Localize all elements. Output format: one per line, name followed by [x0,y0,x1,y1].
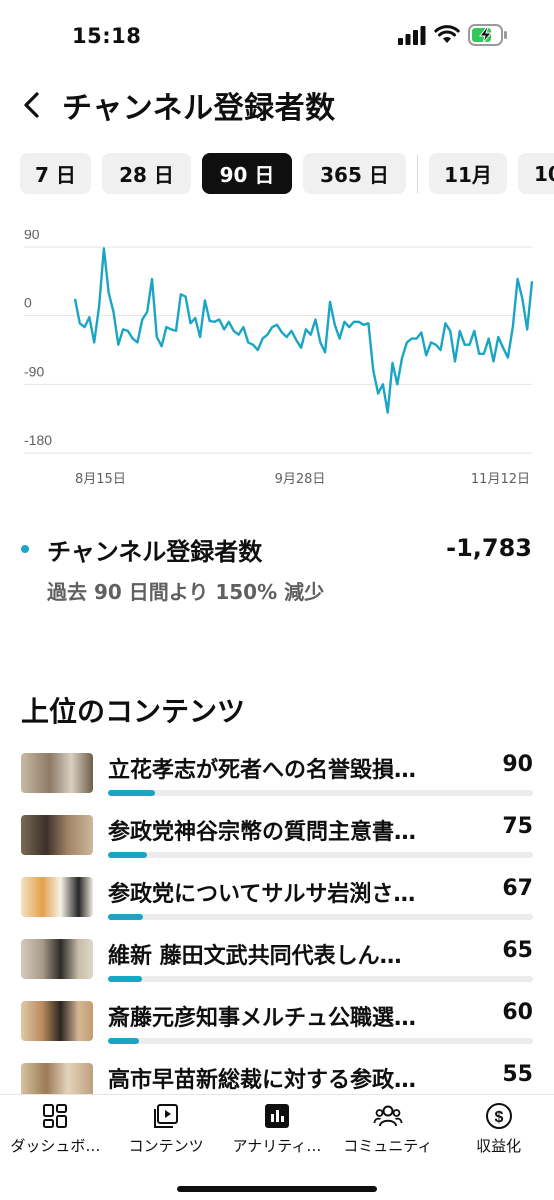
content-bar-fill [108,790,155,796]
chip-90-days[interactable]: 90 日 [202,153,292,194]
chart-svg: 90 0 -90 -180 8月15日 9月28日 11月12日 [24,226,534,487]
nav-monetization[interactable]: $ 収益化 [443,1095,554,1161]
content-item[interactable]: 斎藤元彦知事メルチュ公職選… 60 [0,998,554,1060]
monetization-icon: $ [485,1103,512,1129]
cellular-signal-icon [398,26,426,45]
nav-label: ダッシュボ… [10,1137,101,1155]
content-bar-fill [108,914,143,920]
chip-365-days[interactable]: 365 日 [303,153,406,194]
content-bar-track [108,1038,533,1044]
content-title: 維新 藤田文武共同代表しん… [108,944,402,969]
video-thumbnail [21,877,93,917]
content-views: 60 [502,1000,533,1025]
content-bar-fill [108,976,142,982]
nav-community[interactable]: コミュニティ [332,1095,443,1161]
video-thumbnail [21,1001,93,1041]
content-bar-track [108,914,533,920]
chip-divider [417,155,418,193]
nav-label: コミュニティ [343,1137,433,1155]
nav-analytics[interactable]: アナリティ… [222,1095,333,1161]
content-bar-fill [108,852,147,858]
content-title: 立花孝志が死者への名誉毀損… [108,758,417,783]
content-item[interactable]: 参政党についてサルサ岩渕さ… 67 [0,874,554,936]
series-legend-dot [21,545,29,553]
back-button[interactable] [12,85,52,125]
wifi-icon [434,25,460,43]
y-tick-label: 0 [24,295,32,311]
chip-28-days[interactable]: 28 日 [102,153,191,194]
status-bar: 15:18 [0,0,554,72]
nav-content[interactable]: コンテンツ [111,1095,222,1161]
metric-comparison: 過去 90 日間より 150% 減少 [47,580,325,604]
back-arrow-icon [24,92,39,118]
x-tick-label: 11月12日 [471,472,530,487]
content-title: 参政党についてサルサ岩渕さ… [108,882,416,907]
dashboard-icon [43,1104,68,1128]
content-bar-fill [108,1038,139,1044]
svg-text:$: $ [494,1109,503,1126]
subscriber-line-chart: 90 0 -90 -180 8月15日 9月28日 11月12日 [0,226,554,500]
content-item[interactable]: 立花孝志が死者への名誉毀損… 90 [0,750,554,812]
x-tick-label: 8月15日 [75,472,126,487]
nav-label: 収益化 [476,1137,522,1155]
content-views: 65 [502,938,533,963]
chip-november[interactable]: 11月 [429,153,507,194]
metric-label: チャンネル登録者数 [47,537,263,566]
status-time: 15:18 [72,24,142,48]
chip-october[interactable]: 10 [518,153,554,194]
series-line [73,247,534,414]
content-title: 斎藤元彦知事メルチュ公職選… [108,1006,417,1031]
y-tick-label: 90 [24,230,40,242]
content-bar-track [108,852,533,858]
nav-dashboard[interactable]: ダッシュボ… [0,1095,111,1161]
content-views: 90 [502,752,533,777]
status-icons [398,24,508,46]
content-views: 55 [502,1062,533,1087]
content-views: 75 [502,814,533,839]
top-content-list: 立花孝志が死者への名誉毀損… 90 参政党神谷宗幣の質問主意書… 75 参政党に… [0,750,554,1094]
video-thumbnail [21,753,93,793]
content-item[interactable]: 維新 藤田文武共同代表しん… 65 [0,936,554,998]
page-title: チャンネル登録者数 [62,91,336,126]
y-tick-label: -180 [24,432,52,448]
content-item[interactable]: 高市早苗新総裁に対する参政… 55 [0,1060,554,1094]
video-thumbnail [21,1063,93,1094]
nav-label: アナリティ… [232,1137,322,1155]
app-header: チャンネル登録者数 [0,78,554,132]
community-icon [373,1105,403,1127]
video-thumbnail [21,939,93,979]
video-thumbnail [21,815,93,855]
content-title: 参政党神谷宗幣の質問主意書… [108,820,417,845]
analytics-icon [264,1104,289,1128]
bottom-navigation: ダッシュボ… コンテンツ アナリティ… コミュニティ $ 収益化 [0,1094,554,1200]
content-views: 67 [502,876,533,901]
content-icon [154,1104,179,1128]
metric-summary: チャンネル登録者数 -1,783 過去 90 日間より 150% 減少 [0,532,554,605]
home-indicator [177,1186,377,1192]
content-bar-track [108,790,533,796]
top-content-title: 上位のコンテンツ [21,695,246,728]
content-title: 高市早苗新総裁に対する参政… [108,1068,417,1093]
x-tick-label: 9月28日 [275,472,326,487]
battery-charging-icon [468,24,507,46]
content-bar-track [108,976,533,982]
y-tick-label: -90 [24,363,44,379]
metric-value: -1,783 [446,534,532,562]
chip-7-days[interactable]: 7 日 [20,153,91,194]
content-item[interactable]: 参政党神谷宗幣の質問主意書… 75 [0,812,554,874]
date-range-chips: 7 日 28 日 90 日 365 日 11月 10 [20,153,554,195]
nav-label: コンテンツ [128,1137,204,1155]
